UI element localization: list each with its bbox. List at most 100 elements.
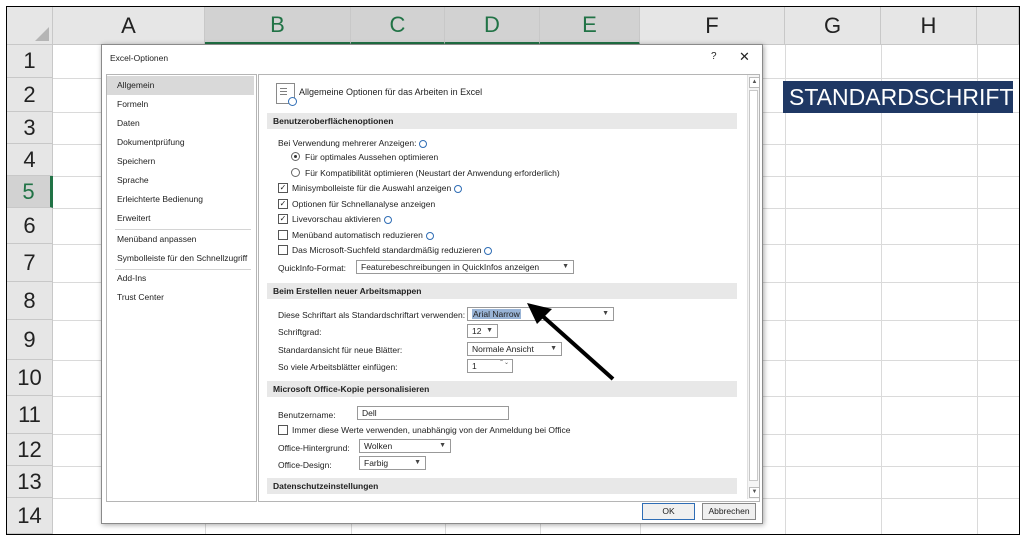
section-heading-new-workbooks: Beim Erstellen neuer Arbeitsmappen — [267, 283, 737, 299]
row-header-13[interactable]: 13 — [7, 466, 53, 498]
row-header-1[interactable]: 1 — [7, 45, 53, 78]
nav-item-erweitert[interactable]: Erweitert — [107, 209, 254, 228]
ok-button[interactable]: OK — [642, 503, 695, 520]
options-content: Allgemeine Optionen für das Arbeiten in … — [258, 74, 760, 502]
radio-optimal-appearance-label: Für optimales Aussehen optimieren — [305, 152, 439, 162]
nav-item-menueband-anpassen[interactable]: Menüband anpassen — [107, 230, 254, 249]
multi-display-label: Bei Verwendung mehrerer Anzeigen: — [278, 138, 428, 148]
chevron-down-icon: ▼ — [486, 327, 493, 334]
checkbox-collapse-search-label: Das Microsoft-Suchfeld standardmäßig red… — [292, 245, 493, 255]
checkbox-collapse-search[interactable] — [278, 245, 288, 255]
row-header-3[interactable]: 3 — [7, 112, 53, 144]
nav-item-sprache[interactable]: Sprache — [107, 171, 254, 190]
font-size-select[interactable]: 12 ▼ — [467, 324, 498, 338]
column-header-i[interactable] — [977, 7, 1019, 45]
info-icon — [484, 246, 493, 255]
chevron-down-icon: ▼ — [439, 442, 446, 449]
gridline — [785, 45, 786, 534]
section-heading-personalize: Microsoft Office-Kopie personalisieren — [267, 381, 737, 397]
radio-optimal-appearance[interactable] — [291, 152, 300, 161]
column-header-c[interactable]: C — [351, 7, 445, 45]
nav-item-trust-center[interactable]: Trust Center — [107, 288, 254, 307]
column-header-h[interactable]: H — [881, 7, 977, 45]
chevron-down-icon: ▼ — [562, 263, 569, 270]
nav-item-allgemein[interactable]: Allgemein — [107, 76, 254, 95]
content-heading: Allgemeine Optionen für das Arbeiten in … — [299, 87, 483, 97]
checkbox-mini-toolbar-label: Minisymbolleiste für die Auswahl anzeige… — [292, 183, 463, 193]
row-header-9[interactable]: 9 — [7, 320, 53, 360]
column-header-b[interactable]: B — [205, 7, 351, 45]
row-header-11[interactable]: 11 — [7, 396, 53, 434]
radio-compatibility[interactable] — [291, 168, 300, 177]
chevron-down-icon: ▼ — [414, 459, 421, 466]
section-heading-privacy: Datenschutzeinstellungen — [267, 478, 737, 494]
gridline — [881, 45, 882, 534]
row-header-8[interactable]: 8 — [7, 282, 53, 320]
sheet-count-spinner[interactable]: 1 ⌃⌄ — [467, 359, 513, 373]
office-background-label: Office-Hintergrund: — [278, 443, 350, 453]
general-options-icon — [276, 83, 297, 106]
checkbox-collapse-ribbon[interactable] — [278, 230, 288, 240]
info-icon — [454, 184, 463, 193]
info-icon — [383, 215, 392, 224]
nav-item-daten[interactable]: Daten — [107, 114, 254, 133]
checkbox-live-preview[interactable]: ✓ — [278, 214, 288, 224]
username-label: Benutzername: — [278, 410, 336, 420]
row-header-10[interactable]: 10 — [7, 360, 53, 396]
row-header-2[interactable]: 2 — [7, 78, 53, 112]
cell-g2[interactable]: STANDARDSCHRIFT — [783, 81, 1013, 113]
row-header-12[interactable]: 12 — [7, 434, 53, 466]
row-header-14[interactable]: 14 — [7, 498, 53, 534]
font-size-label: Schriftgrad: — [278, 327, 322, 337]
sheet-count-label: So viele Arbeitsblätter einfügen: — [278, 362, 398, 372]
gridline — [977, 45, 978, 534]
checkbox-quick-analysis-label: Optionen für Schnellanalyse anzeigen — [292, 199, 436, 209]
checkbox-always-use-values[interactable] — [278, 425, 288, 435]
options-nav: Allgemein Formeln Daten Dokumentprüfung … — [106, 74, 257, 502]
column-header-e[interactable]: E — [540, 7, 640, 45]
column-header-f[interactable]: F — [640, 7, 785, 45]
default-font-label: Diese Schriftart als Standardschriftart … — [278, 310, 466, 320]
arrow-pointer-icon — [527, 303, 615, 381]
select-all-corner[interactable] — [7, 7, 53, 45]
nav-item-erleichterte-bedienung[interactable]: Erleichterte Bedienung — [107, 190, 254, 209]
nav-item-dokumentpruefung[interactable]: Dokumentprüfung — [107, 133, 254, 152]
checkbox-always-use-values-label: Immer diese Werte verwenden, unabhängig … — [292, 425, 571, 435]
nav-item-add-ins[interactable]: Add-Ins — [107, 269, 254, 288]
nav-item-speichern[interactable]: Speichern — [107, 152, 254, 171]
row-header-5[interactable]: 5 — [7, 176, 53, 208]
excel-options-dialog: Excel-Optionen ? ✕ Allgemein Formeln Dat… — [101, 44, 763, 524]
content-scrollbar[interactable]: ▲ ▼ — [747, 75, 759, 499]
row-header-6[interactable]: 6 — [7, 208, 53, 244]
default-view-label: Standardansicht für neue Blätter: — [278, 345, 403, 355]
office-background-select[interactable]: Wolken ▼ — [359, 439, 451, 453]
spinner-arrows-icon[interactable]: ⌃⌄ — [499, 360, 509, 366]
column-header-g[interactable]: G — [785, 7, 881, 45]
checkbox-quick-analysis[interactable]: ✓ — [278, 199, 288, 209]
checkbox-mini-toolbar[interactable]: ✓ — [278, 183, 288, 193]
info-icon — [425, 231, 434, 240]
close-icon[interactable]: ✕ — [739, 49, 750, 65]
radio-compatibility-label: Für Kompatibilität optimieren (Neustart … — [305, 168, 560, 178]
scroll-down-icon[interactable]: ▼ — [749, 487, 759, 498]
office-design-select[interactable]: Farbig ▼ — [359, 456, 426, 470]
column-header-a[interactable]: A — [53, 7, 205, 45]
column-header-d[interactable]: D — [445, 7, 540, 45]
dialog-title: Excel-Optionen — [110, 53, 169, 63]
checkbox-collapse-ribbon-label: Menüband automatisch reduzieren — [292, 230, 434, 240]
help-icon[interactable]: ? — [711, 51, 717, 62]
office-design-label: Office-Design: — [278, 460, 332, 470]
quickinfo-format-select[interactable]: Featurebeschreibungen in QuickInfos anze… — [356, 260, 574, 274]
nav-item-symbolleiste[interactable]: Symbolleiste für den Schnellzugriff — [107, 249, 254, 268]
scrollbar-thumb[interactable] — [749, 90, 758, 481]
info-icon — [419, 139, 428, 148]
row-header-7[interactable]: 7 — [7, 244, 53, 282]
nav-item-formeln[interactable]: Formeln — [107, 95, 254, 114]
cancel-button[interactable]: Abbrechen — [702, 503, 756, 520]
scroll-up-icon[interactable]: ▲ — [749, 77, 759, 88]
checkbox-live-preview-label: Livevorschau aktivieren — [292, 214, 392, 224]
quickinfo-format-label: QuickInfo-Format: — [278, 263, 347, 273]
row-header-4[interactable]: 4 — [7, 144, 53, 176]
username-input[interactable]: Dell — [357, 406, 509, 420]
section-heading-ui-options: Benutzeroberflächenoptionen — [267, 113, 737, 129]
